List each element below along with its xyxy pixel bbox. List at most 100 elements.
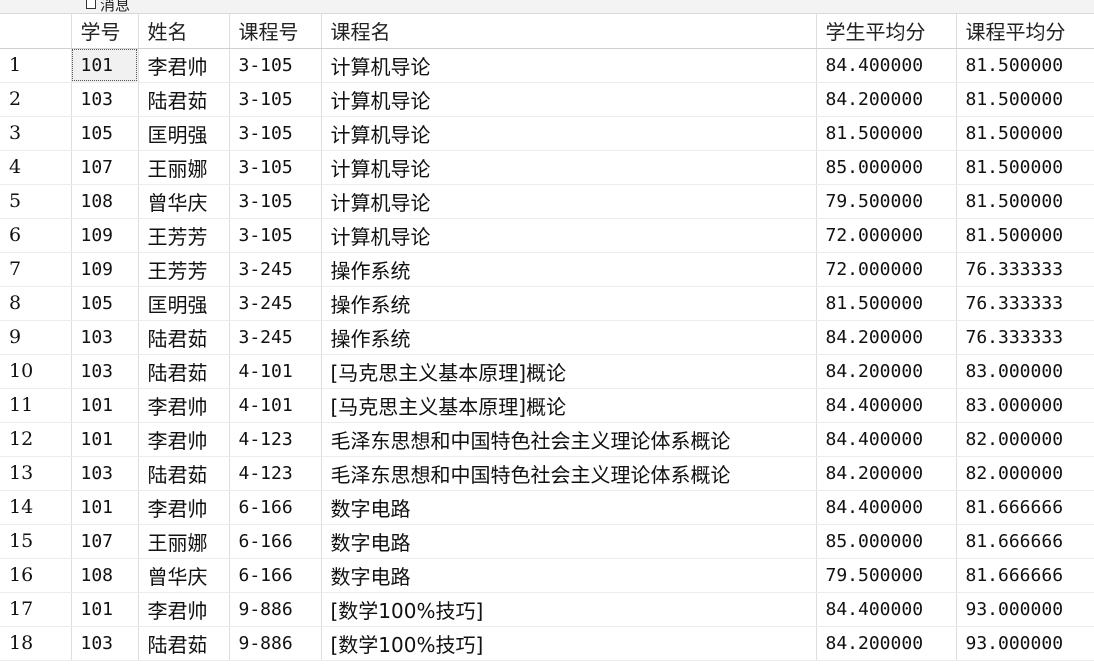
student-name-header[interactable]: 姓名 — [138, 14, 230, 49]
student-name-cell[interactable]: 曾华庆 — [138, 558, 230, 593]
student-name-cell[interactable]: 陆君茹 — [138, 354, 230, 389]
student-id-cell[interactable]: 103 — [71, 320, 139, 355]
course-average-cell[interactable]: 81.500000 — [956, 150, 1094, 185]
student-name-cell[interactable]: 匡明强 — [138, 116, 230, 151]
course-average-cell[interactable]: 81.500000 — [956, 218, 1094, 253]
row-number[interactable]: 17 — [0, 592, 72, 627]
course-name-cell[interactable]: 计算机导论 — [321, 184, 817, 219]
course-number-cell[interactable]: 3-245 — [229, 320, 322, 355]
row-number[interactable]: 10 — [0, 354, 72, 389]
student-average-cell[interactable]: 84.200000 — [816, 320, 957, 355]
table-row[interactable]: 14 101 李君帅 6-166 数字电路 84.400000 81.66666… — [0, 490, 1094, 525]
course-name-cell[interactable]: [马克思主义基本原理]概论 — [321, 354, 817, 389]
student-average-cell[interactable]: 84.400000 — [816, 422, 957, 457]
row-number[interactable]: 18 — [0, 626, 72, 661]
student-average-header[interactable]: 学生平均分 — [816, 14, 957, 49]
student-id-cell[interactable]: 109 — [71, 218, 139, 253]
course-number-cell[interactable]: 3-105 — [229, 48, 322, 83]
course-average-cell[interactable]: 76.333333 — [956, 286, 1094, 321]
course-name-cell[interactable]: [马克思主义基本原理]概论 — [321, 388, 817, 423]
table-row[interactable]: 5 108 曾华庆 3-105 计算机导论 79.500000 81.50000… — [0, 184, 1094, 219]
student-average-cell[interactable]: 85.000000 — [816, 524, 957, 559]
course-name-cell[interactable]: 计算机导论 — [321, 48, 817, 83]
course-number-cell[interactable]: 3-105 — [229, 82, 322, 117]
student-id-cell[interactable]: 103 — [71, 626, 139, 661]
student-name-cell[interactable]: 匡明强 — [138, 286, 230, 321]
row-number[interactable]: 11 — [0, 388, 72, 423]
student-average-cell[interactable]: 84.400000 — [816, 592, 957, 627]
course-average-cell[interactable]: 81.666666 — [956, 490, 1094, 525]
table-row[interactable]: 12 101 李君帅 4-123 毛泽东思想和中国特色社会主义理论体系概论 84… — [0, 422, 1094, 457]
row-number[interactable]: 13 — [0, 456, 72, 491]
table-row[interactable]: 8 105 匡明强 3-245 操作系统 81.500000 76.333333 — [0, 286, 1094, 321]
table-row[interactable]: 1 101 李君帅 3-105 计算机导论 84.400000 81.50000… — [0, 48, 1094, 83]
course-name-cell[interactable]: 计算机导论 — [321, 150, 817, 185]
course-average-cell[interactable]: 81.500000 — [956, 116, 1094, 151]
student-id-cell[interactable]: 101 — [71, 422, 139, 457]
student-name-cell[interactable]: 李君帅 — [138, 48, 230, 83]
student-average-cell[interactable]: 84.200000 — [816, 626, 957, 661]
table-row[interactable]: 11 101 李君帅 4-101 [马克思主义基本原理]概论 84.400000… — [0, 388, 1094, 423]
course-average-header[interactable]: 课程平均分 — [956, 14, 1094, 49]
row-number[interactable]: 15 — [0, 524, 72, 559]
student-average-cell[interactable]: 72.000000 — [816, 252, 957, 287]
table-row[interactable]: 3 105 匡明强 3-105 计算机导论 81.500000 81.50000… — [0, 116, 1094, 151]
student-name-cell[interactable]: 王芳芳 — [138, 218, 230, 253]
course-average-cell[interactable]: 83.000000 — [956, 354, 1094, 389]
results-grid[interactable]: 学号 姓名 课程号 课程名 学生平均分 课程平均分 1 101 李君帅 3-10… — [0, 14, 1094, 661]
student-name-cell[interactable]: 陆君茹 — [138, 456, 230, 491]
student-average-cell[interactable]: 79.500000 — [816, 558, 957, 593]
row-number[interactable]: 12 — [0, 422, 72, 457]
row-number[interactable]: 4 — [0, 150, 72, 185]
course-name-cell[interactable]: [数学100%技巧] — [321, 592, 817, 627]
course-number-cell[interactable]: 3-105 — [229, 116, 322, 151]
row-number[interactable]: 14 — [0, 490, 72, 525]
student-average-cell[interactable]: 84.400000 — [816, 48, 957, 83]
course-name-cell[interactable]: 计算机导论 — [321, 218, 817, 253]
course-number-cell[interactable]: 3-245 — [229, 252, 322, 287]
course-name-cell[interactable]: [数学100%技巧] — [321, 626, 817, 661]
course-number-cell[interactable]: 4-123 — [229, 456, 322, 491]
row-number[interactable]: 7 — [0, 252, 72, 287]
student-id-cell[interactable]: 109 — [71, 252, 139, 287]
row-number[interactable]: 1 — [0, 48, 72, 83]
student-average-cell[interactable]: 84.200000 — [816, 82, 957, 117]
student-id-cell[interactable]: 108 — [71, 184, 139, 219]
course-average-cell[interactable]: 76.333333 — [956, 252, 1094, 287]
table-row[interactable]: 13 103 陆君茹 4-123 毛泽东思想和中国特色社会主义理论体系概论 84… — [0, 456, 1094, 491]
student-average-cell[interactable]: 79.500000 — [816, 184, 957, 219]
course-average-cell[interactable]: 81.500000 — [956, 82, 1094, 117]
student-id-cell[interactable]: 101 — [71, 48, 139, 83]
course-number-cell[interactable]: 4-123 — [229, 422, 322, 457]
course-name-cell[interactable]: 操作系统 — [321, 320, 817, 355]
student-average-cell[interactable]: 81.500000 — [816, 116, 957, 151]
student-average-cell[interactable]: 81.500000 — [816, 286, 957, 321]
student-average-cell[interactable]: 84.200000 — [816, 456, 957, 491]
row-number-header[interactable] — [0, 14, 72, 49]
student-id-header[interactable]: 学号 — [71, 14, 139, 49]
course-name-cell[interactable]: 数字电路 — [321, 558, 817, 593]
course-name-cell[interactable]: 操作系统 — [321, 252, 817, 287]
row-number[interactable]: 8 — [0, 286, 72, 321]
student-name-cell[interactable]: 李君帅 — [138, 422, 230, 457]
course-number-cell[interactable]: 3-105 — [229, 218, 322, 253]
course-average-cell[interactable]: 81.666666 — [956, 524, 1094, 559]
row-number[interactable]: 5 — [0, 184, 72, 219]
course-average-cell[interactable]: 82.000000 — [956, 456, 1094, 491]
course-number-cell[interactable]: 4-101 — [229, 388, 322, 423]
course-number-cell[interactable]: 6-166 — [229, 558, 322, 593]
student-name-cell[interactable]: 李君帅 — [138, 490, 230, 525]
row-number[interactable]: 2 — [0, 82, 72, 117]
course-number-cell[interactable]: 6-166 — [229, 524, 322, 559]
student-average-cell[interactable]: 85.000000 — [816, 150, 957, 185]
tab-messages[interactable]: 消息 — [86, 0, 130, 13]
table-row[interactable]: 15 107 王丽娜 6-166 数字电路 85.000000 81.66666… — [0, 524, 1094, 559]
table-row[interactable]: 2 103 陆君茹 3-105 计算机导论 84.200000 81.50000… — [0, 82, 1094, 117]
row-number[interactable]: 3 — [0, 116, 72, 151]
student-name-cell[interactable]: 陆君茹 — [138, 320, 230, 355]
student-id-cell[interactable]: 105 — [71, 116, 139, 151]
course-name-cell[interactable]: 操作系统 — [321, 286, 817, 321]
course-number-cell[interactable]: 3-245 — [229, 286, 322, 321]
student-id-cell[interactable]: 101 — [71, 592, 139, 627]
course-number-cell[interactable]: 9-886 — [229, 592, 322, 627]
